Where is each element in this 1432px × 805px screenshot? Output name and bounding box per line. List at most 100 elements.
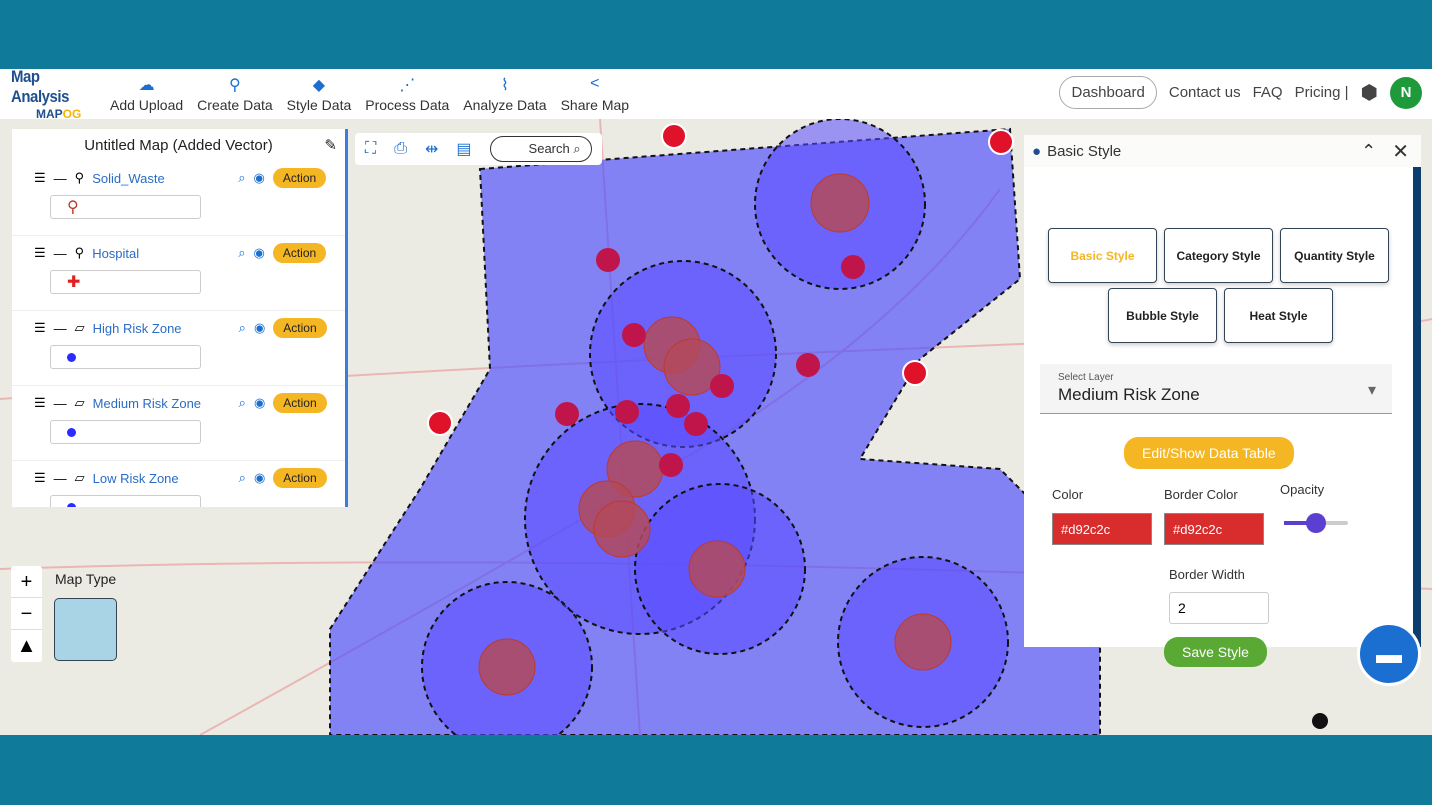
layer-item: ☰ — ⚲ Solid_Waste ⌕ ◉ Action ⚲ [12,161,345,236]
polygon-layer-icon: ▱ [74,470,85,485]
nav-analyze-data[interactable]: ⌇ Analyze Data [463,75,546,113]
layer-style-swatch[interactable] [50,495,201,507]
avatar[interactable]: N [1390,76,1422,109]
collapse-icon[interactable]: ⌃ [1361,141,1376,162]
tab-heat-style[interactable]: Heat Style [1224,288,1333,343]
zoom-to-layer-icon[interactable]: ⌕ [239,320,246,336]
border-width-input[interactable]: 2 [1169,592,1269,624]
drag-handle-icon[interactable]: ☰ [34,395,46,411]
zoom-to-layer-icon[interactable]: ⌕ [239,395,246,411]
nav-style-data[interactable]: ◆ Style Data [287,75,352,113]
edit-pencil-icon[interactable]: ✎ [324,136,337,154]
layer-select[interactable]: Select Layer Medium Risk Zone ▾ [1040,364,1392,414]
pin-icon: ⚲ [67,199,79,216]
cloud-upload-icon: ☁ [138,77,155,94]
close-icon[interactable]: ✕ [1392,139,1409,164]
layer-item: ☰ — ⚲ Hospital ⌕ ◉ Action ✚ [12,236,345,311]
zoom-out-button[interactable]: − [11,598,42,630]
swatch-dot [67,352,76,362]
map-type-thumbnail[interactable] [54,598,117,661]
visibility-eye-icon[interactable]: ◉ [254,470,265,486]
polygon-layer-icon: ▱ [74,320,85,335]
zoom-to-layer-icon[interactable]: ⌕ [238,170,245,186]
collapse-dash-icon: — [53,470,67,486]
zoom-in-button[interactable]: + [11,566,42,598]
point-layer-icon: ⚲ [74,245,85,260]
map-toolbar: ⛶ ⎙ ⇹ ▤ Search ⌕ [355,133,602,165]
point-layer-icon: ⚲ [74,170,85,185]
visibility-eye-icon[interactable]: ◉ [253,170,264,186]
nav-share-map[interactable]: < Share Map [561,75,629,113]
layer-style-swatch[interactable]: ✚ [50,270,201,294]
visibility-eye-icon[interactable]: ◉ [254,320,265,336]
tab-basic-style[interactable]: Basic Style [1048,228,1157,283]
cube-icon[interactable]: ⬢ [1361,80,1378,105]
layer-item: ☰ — ▱ High Risk Zone ⌕ ◉ Action [12,311,345,386]
logo[interactable]: Map Analysis MAPOG [0,69,110,121]
swatch-dot [67,427,76,437]
border-color-input[interactable]: #d92c2c [1164,513,1264,545]
chat-button[interactable]: ▬ [1357,622,1421,686]
tab-category-style[interactable]: Category Style [1164,228,1273,283]
top-bar: Map Analysis MAPOG ☁ Add Upload ⚲ Create Da… [0,69,1432,121]
visibility-eye-icon[interactable]: ◉ [254,395,265,411]
search-icon: ⌕ [573,141,581,156]
collapse-dash-icon: — [53,245,67,261]
paint-bucket-icon: ◆ [312,77,326,94]
share-icon: < [590,75,600,92]
tab-quantity-style[interactable]: Quantity Style [1280,228,1389,283]
opacity-slider[interactable] [1284,513,1348,533]
style-logo-icon: ● [1032,142,1042,160]
action-button[interactable]: Action [273,468,327,488]
visibility-eye-icon[interactable]: ◉ [253,245,264,261]
map-title: Untitled Map (Added Vector) [84,136,273,154]
search-button[interactable]: Search ⌕ [489,136,592,162]
zoom-to-layer-icon[interactable]: ⌕ [239,470,246,486]
dropdown-arrow-icon: ▾ [1367,382,1376,399]
style-panel: ● Basic Style ⌃ ✕ Basic Style Category St… [1024,135,1421,667]
process-icon: ⋰ [399,77,416,94]
layers-panel: Untitled Map (Added Vector) ✎ ☰ — ⚲ Solid_Wa… [12,129,348,507]
collapse-dash-icon: — [53,320,67,336]
fullscreen-icon[interactable]: ⛶ [365,140,376,158]
app: Map Analysis MAPOG ☁ Add Upload ⚲ Create Da… [0,69,1432,735]
pricing-link[interactable]: Pricing | [1295,84,1349,101]
layer-style-swatch[interactable] [50,420,201,444]
nav-process-data[interactable]: ⋰ Process Data [365,75,449,113]
layer-style-swatch[interactable] [50,345,201,369]
layer-style-swatch[interactable]: ⚲ [50,195,201,219]
drag-handle-icon[interactable]: ☰ [34,320,46,336]
contact-link[interactable]: Contact us [1169,84,1241,101]
action-button[interactable]: Action [273,318,327,338]
hospital-icon: ✚ [67,274,81,291]
swatch-dot [67,502,76,507]
collapse-dash-icon: — [53,395,67,411]
comment-icon[interactable]: ▤ [456,139,471,159]
faq-link[interactable]: FAQ [1253,84,1283,101]
drag-handle-icon[interactable]: ☰ [34,245,46,261]
tab-bubble-style[interactable]: Bubble Style [1108,288,1217,343]
compass-icon[interactable]: ▲ [11,630,42,662]
action-button[interactable]: Action [272,243,327,263]
edit-data-table-button[interactable]: Edit/Show Data Table [1124,437,1294,469]
drag-handle-icon[interactable]: ☰ [34,170,46,186]
polygon-layer-icon: ▱ [74,395,85,410]
color-input[interactable]: #d92c2c [1052,513,1152,545]
save-style-button[interactable]: Save Style [1164,637,1267,667]
nav-add-upload[interactable]: ☁ Add Upload [110,75,183,113]
zoom-to-layer-icon[interactable]: ⌕ [238,245,245,261]
action-button[interactable]: Action [273,393,327,413]
collapse-dash-icon: — [53,170,67,186]
analyze-icon: ⌇ [501,77,509,94]
panel-title: Basic Style [1047,142,1122,160]
layer-item: ☰ — ▱ Low Risk Zone ⌕ ◉ Action [12,461,345,507]
dashboard-button[interactable]: Dashboard [1059,76,1157,109]
nav-create-data[interactable]: ⚲ Create Data [197,75,272,113]
layer-item: ☰ — ▱ Medium Risk Zone ⌕ ◉ Action [12,386,345,461]
measure-icon[interactable]: ⇹ [425,139,438,159]
drag-handle-icon[interactable]: ☰ [34,470,46,486]
action-button[interactable]: Action [272,168,327,188]
map-type-label: Map Type [55,571,117,587]
pin-icon: ⚲ [229,77,241,94]
print-icon[interactable]: ⎙ [394,140,407,158]
